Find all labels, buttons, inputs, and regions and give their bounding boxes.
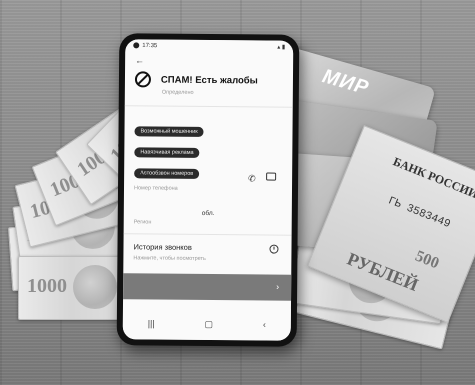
caller-subtitle: Определено [161, 89, 194, 96]
back-icon[interactable]: ‹ [263, 319, 266, 329]
tag-fraud[interactable]: Возможный мошенник [134, 126, 204, 137]
region-value: обл. [201, 209, 215, 218]
message-icon[interactable] [266, 172, 277, 181]
chevron-right-icon: › [276, 281, 280, 292]
system-nav-bar: ||| ▢ ‹ [122, 307, 291, 341]
phone-screen: 17:35 ▴ ▮ ← СПАМ! Есть жалобы Определено… [122, 39, 294, 341]
divider [123, 233, 292, 236]
smartphone: 17:35 ▴ ▮ ← СПАМ! Есть жалобы Определено… [116, 33, 300, 347]
region-label: Регион [133, 219, 152, 226]
phone-number-label: Номер телефона [133, 185, 178, 192]
front-camera [133, 42, 140, 49]
action-button[interactable]: › [123, 273, 292, 301]
caller-title: СПАМ! Есть жалобы [160, 74, 258, 86]
recents-icon[interactable]: ||| [148, 318, 155, 328]
tag-ads[interactable]: Навязчивая реклама [134, 147, 200, 158]
caller-header: СПАМ! Есть жалобы [134, 71, 285, 88]
status-time: 17:35 [142, 42, 158, 49]
status-bar: 17:35 ▴ ▮ [125, 39, 294, 53]
clock-icon[interactable] [269, 244, 279, 254]
call-history-hint: Нажмите, чтобы посмотреть [133, 255, 206, 262]
arrow-left-icon[interactable]: ← [135, 55, 144, 65]
divider [124, 105, 293, 108]
phone-icon[interactable]: ✆ [248, 173, 256, 184]
signal-icon: ▴ ▮ [277, 44, 286, 51]
phone-number: +7 9 [134, 172, 148, 180]
home-icon[interactable]: ▢ [205, 318, 214, 329]
call-history-title[interactable]: История звонков [133, 242, 191, 252]
block-icon [134, 71, 152, 88]
